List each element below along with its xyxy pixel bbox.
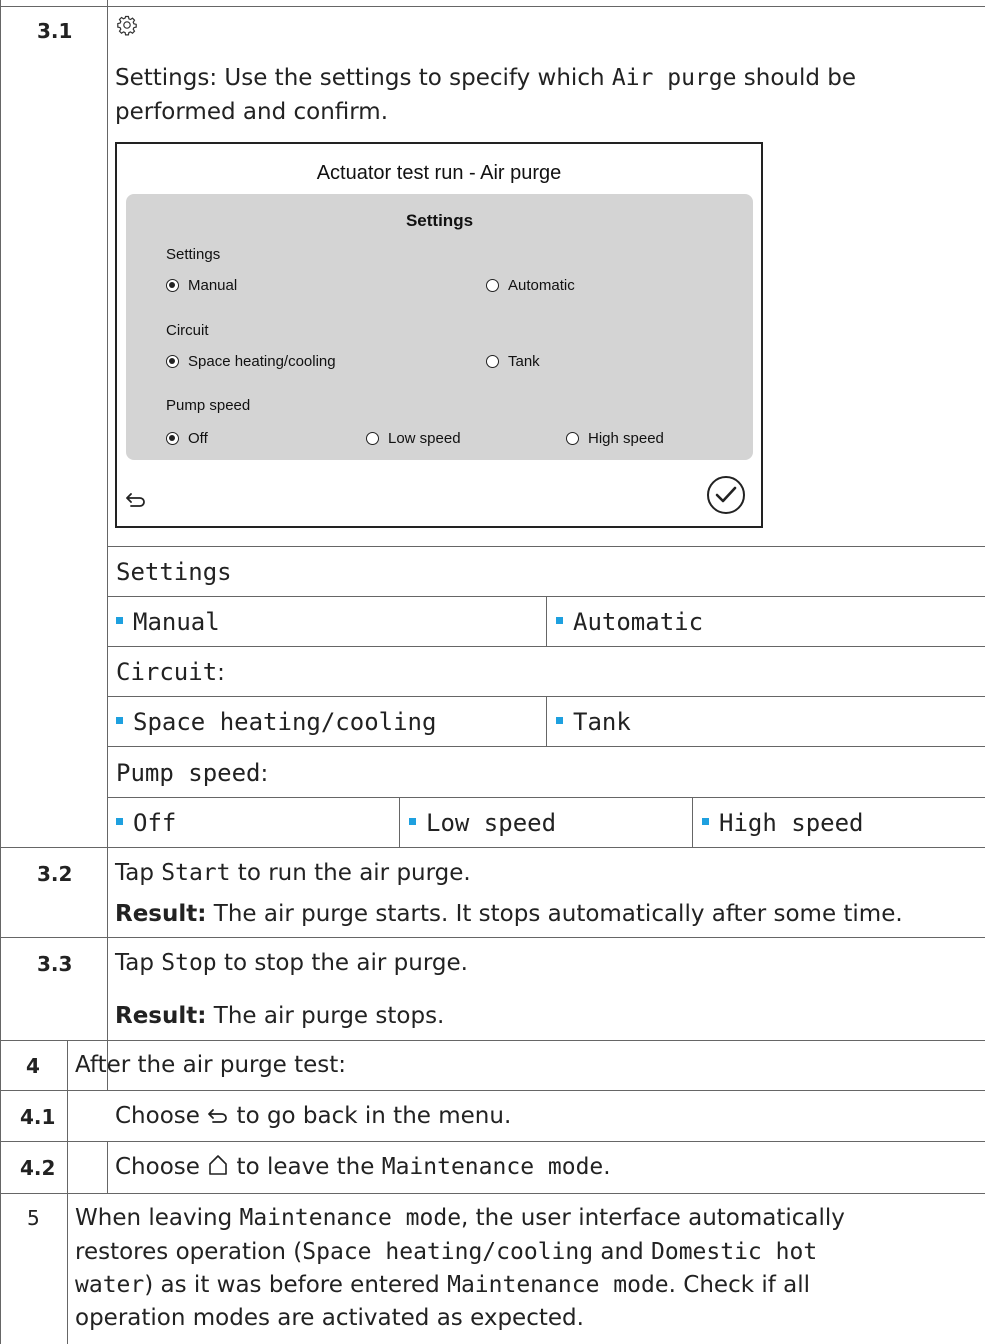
radio-space-heating[interactable]: Space heating/cooling bbox=[166, 353, 336, 370]
back-arrow-icon bbox=[207, 1102, 229, 1123]
column-divider bbox=[67, 1193, 68, 1344]
row-divider bbox=[0, 847, 985, 848]
option-low-speed: Low speed bbox=[409, 809, 556, 837]
step-text: Tap Stop to stop the air purge. bbox=[115, 950, 468, 976]
step-number: 5 bbox=[27, 1206, 40, 1230]
gear-icon bbox=[116, 14, 138, 36]
step-number: 3.3 bbox=[37, 952, 73, 976]
row-divider bbox=[107, 646, 985, 647]
back-arrow-icon[interactable] bbox=[125, 488, 147, 507]
settings-panel-title: Settings bbox=[405, 211, 474, 230]
circuit-header: Circuit: bbox=[116, 658, 225, 686]
step-text-line1: When leaving Maintenance mode, the user … bbox=[75, 1205, 845, 1231]
option-space-heating: Space heating/cooling bbox=[116, 708, 436, 736]
radio-low-speed[interactable]: Low speed bbox=[366, 430, 461, 447]
intro-text-line2: performed and confirm. bbox=[115, 99, 389, 125]
row-divider bbox=[0, 6, 985, 7]
check-circle-icon[interactable] bbox=[706, 475, 746, 515]
home-icon bbox=[207, 1153, 229, 1175]
step-number: 3.2 bbox=[37, 862, 73, 886]
step-text: Choose to leave the Maintenance mode. bbox=[115, 1153, 611, 1180]
step-number: 3.1 bbox=[37, 19, 73, 43]
step-number: 4.2 bbox=[20, 1156, 56, 1180]
cell-divider bbox=[546, 696, 547, 746]
device-screen: Actuator test run - Air purge Settings S… bbox=[115, 142, 763, 528]
step-number: 4 bbox=[26, 1054, 40, 1078]
radio-high-speed[interactable]: High speed bbox=[566, 430, 664, 447]
settings-label: Settings bbox=[166, 246, 221, 263]
screen-title: Actuator test run - Air purge bbox=[316, 162, 562, 184]
circuit-label: Circuit bbox=[166, 322, 209, 339]
row-divider bbox=[107, 797, 985, 798]
settings-panel: Settings Settings Manual Automatic Circu… bbox=[126, 194, 753, 460]
cell-divider bbox=[399, 797, 400, 847]
radio-off[interactable]: Off bbox=[166, 430, 208, 447]
option-automatic: Automatic bbox=[556, 608, 703, 636]
option-off: Off bbox=[116, 809, 176, 837]
pump-speed-header: Pump speed: bbox=[116, 759, 269, 787]
table-border-left bbox=[0, 0, 1, 1344]
column-divider bbox=[107, 1141, 108, 1193]
option-high-speed: High speed bbox=[702, 809, 864, 837]
result-text: Result: The air purge stops. bbox=[115, 1003, 445, 1029]
cell-divider bbox=[692, 797, 693, 847]
row-divider bbox=[0, 1090, 985, 1091]
row-divider bbox=[107, 546, 985, 547]
step-text-line2: restores operation (Space heating/coolin… bbox=[75, 1239, 818, 1265]
column-divider bbox=[107, 847, 108, 1040]
intro-text: Settings: Use the settings to specify wh… bbox=[115, 65, 857, 91]
row-divider bbox=[107, 746, 985, 747]
radio-manual[interactable]: Manual bbox=[166, 277, 237, 294]
row-divider bbox=[0, 937, 985, 938]
row-divider bbox=[0, 1040, 985, 1041]
cell-divider bbox=[546, 596, 547, 646]
pump-speed-label: Pump speed bbox=[166, 397, 251, 414]
option-tank: Tank bbox=[556, 708, 631, 736]
row-divider bbox=[0, 1193, 985, 1194]
option-manual: Manual bbox=[116, 608, 220, 636]
step-text: Choose to go back in the menu. bbox=[115, 1102, 512, 1129]
settings-header: Settings bbox=[116, 558, 232, 586]
radio-tank[interactable]: Tank bbox=[486, 353, 540, 370]
result-text: Result: The air purge starts. It stops a… bbox=[115, 901, 903, 927]
step-text-line3: water) as it was before entered Maintena… bbox=[75, 1272, 811, 1298]
step-text: After the air purge test: bbox=[75, 1052, 347, 1078]
step-text-line4: operation modes are activated as expecte… bbox=[75, 1305, 584, 1331]
radio-automatic[interactable]: Automatic bbox=[486, 277, 575, 294]
step-number: 4.1 bbox=[20, 1105, 56, 1129]
step-text: Tap Start to run the air purge. bbox=[115, 860, 471, 886]
row-divider bbox=[0, 1141, 985, 1142]
